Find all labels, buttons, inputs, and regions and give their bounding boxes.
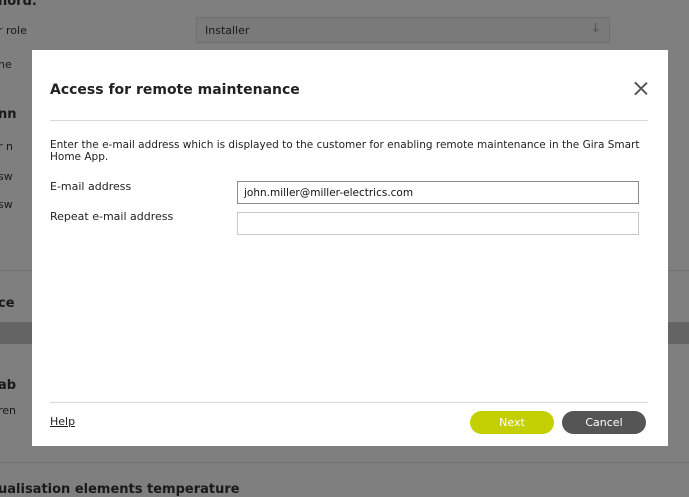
repeat-email-field[interactable] — [237, 212, 639, 235]
repeat-email-label: Repeat e-mail address — [50, 210, 174, 223]
cancel-button[interactable]: Cancel — [562, 411, 646, 434]
help-link[interactable]: Help — [50, 415, 75, 428]
dialog-description: Enter the e-mail address which is displa… — [50, 139, 640, 163]
remote-maintenance-dialog: Access for remote maintenance Enter the … — [32, 50, 668, 446]
dialog-divider-top — [50, 120, 648, 121]
dialog-divider-bottom — [50, 402, 648, 403]
email-field[interactable] — [237, 181, 639, 204]
email-label: E-mail address — [50, 180, 132, 193]
dialog-title: Access for remote maintenance — [50, 82, 300, 98]
next-button[interactable]: Next — [470, 411, 554, 434]
close-icon[interactable] — [632, 80, 650, 98]
